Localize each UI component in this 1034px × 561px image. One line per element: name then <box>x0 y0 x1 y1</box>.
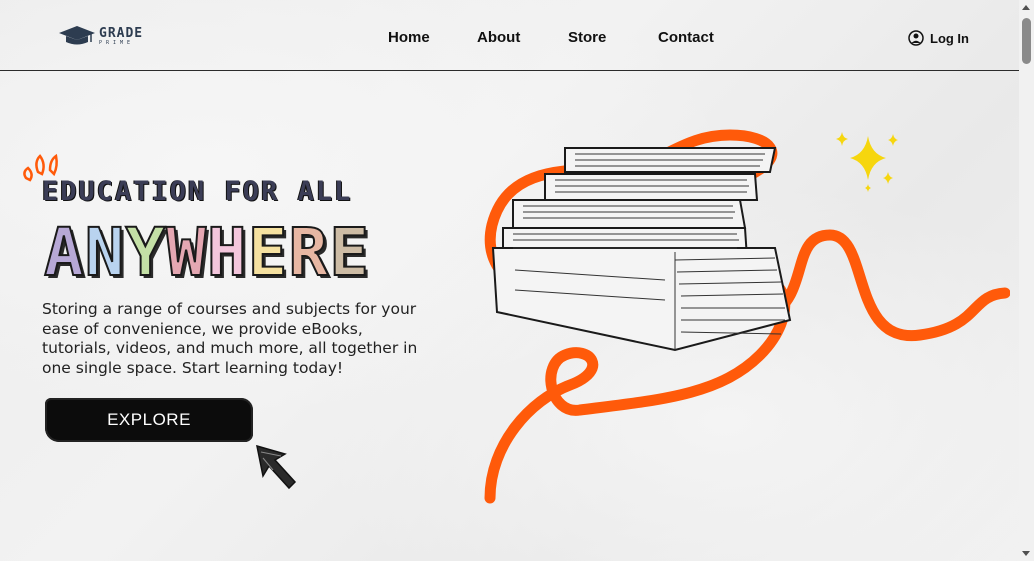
nav-home[interactable]: Home <box>388 29 430 46</box>
explore-label: EXPLORE <box>107 410 191 429</box>
nav-about[interactable]: About <box>477 29 520 46</box>
explore-button[interactable]: EXPLORE <box>45 398 253 442</box>
user-circle-icon <box>908 30 924 46</box>
scroll-down-icon[interactable] <box>1022 551 1030 556</box>
site-header: GRADE PRIME Home About Store Contact Log… <box>0 0 1019 71</box>
hero-tagline: EDUCATION FOR ALL <box>42 176 353 207</box>
headline-letter: E <box>328 214 370 291</box>
brand-name: GRADE <box>99 25 144 41</box>
headline-letter: H <box>206 214 248 291</box>
hero-headline: ANYWHERE <box>43 214 370 291</box>
sparkle-icon <box>836 132 898 192</box>
headline-letter: A <box>43 214 85 291</box>
book-stack-illustration <box>491 147 792 352</box>
nav-store[interactable]: Store <box>568 29 606 46</box>
brand-logo[interactable]: GRADE PRIME <box>58 25 143 47</box>
nav-contact[interactable]: Contact <box>658 29 714 46</box>
graduation-cap-icon <box>59 26 95 45</box>
headline-letter: W <box>165 214 207 291</box>
login-label: Log In <box>930 30 969 46</box>
login-button[interactable]: Log In <box>908 30 969 46</box>
brand-subtitle: PRIME <box>99 39 135 46</box>
headline-letter: Y <box>125 214 167 291</box>
scrollbar-thumb[interactable] <box>1022 18 1031 64</box>
hero-description: Storing a range of courses and subjects … <box>42 300 418 377</box>
vertical-scrollbar[interactable] <box>1019 0 1034 561</box>
headline-letter: N <box>84 214 126 291</box>
cursor-arrow-icon <box>256 444 297 490</box>
scroll-up-icon[interactable] <box>1022 5 1030 10</box>
headline-letter: R <box>288 214 330 291</box>
headline-letter: E <box>247 214 289 291</box>
